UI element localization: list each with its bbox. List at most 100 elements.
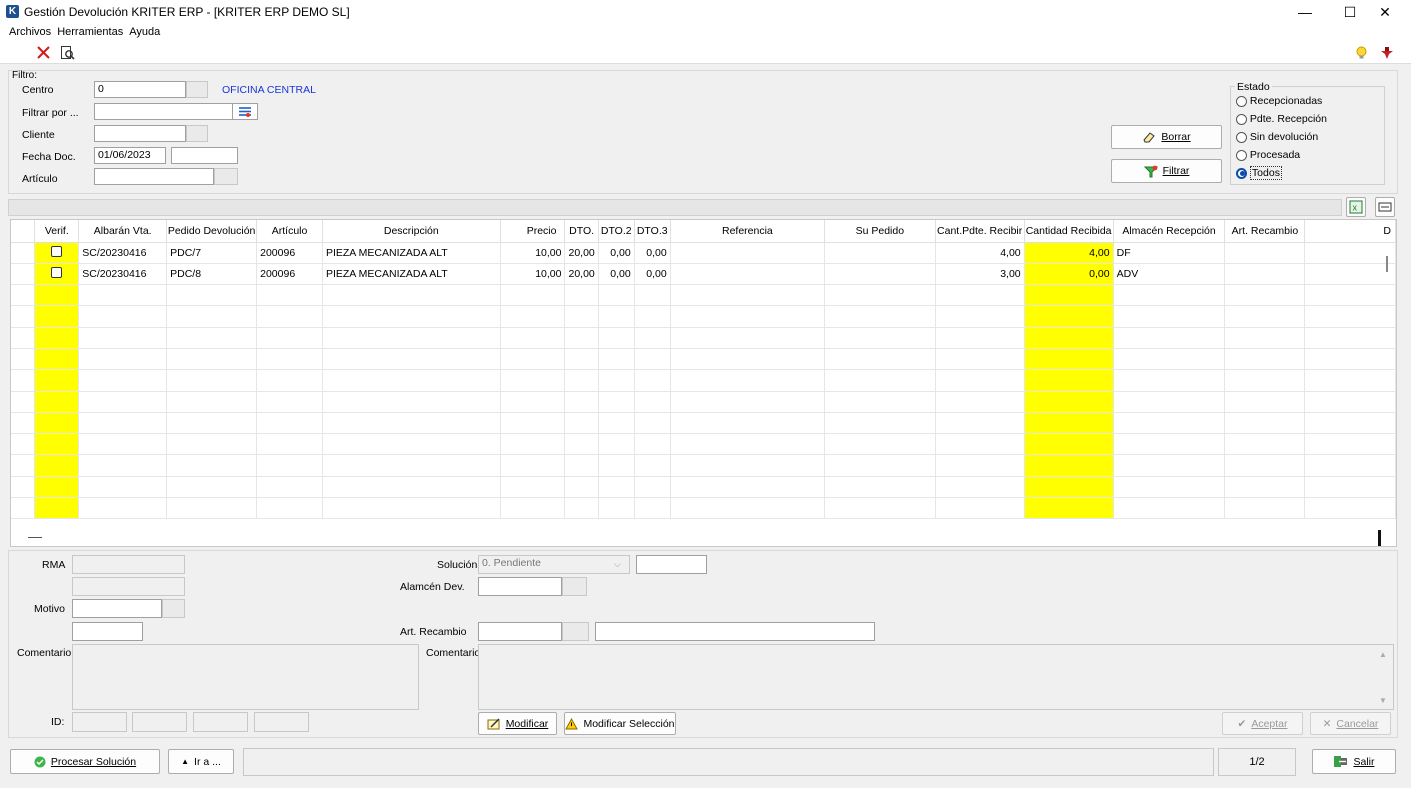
cell-recibida[interactable]: 4,00 — [1024, 242, 1114, 264]
modificar-button[interactable]: Modificar — [478, 712, 557, 735]
cell-almacen[interactable]: ADV — [1113, 263, 1226, 286]
cell-d[interactable] — [1304, 263, 1396, 286]
cell-albaran[interactable]: SC/20230416 — [78, 242, 168, 264]
procesar-solucion-button[interactable]: Procesar Solución — [10, 749, 160, 774]
filter-list-button[interactable] — [232, 103, 258, 120]
cancelar-button[interactable]: ✕ Cancelar — [1310, 712, 1391, 735]
table-row[interactable]: SC/20230416 PDC/8 200096 PIEZA MECANIZADA A… — [11, 263, 1396, 286]
cell-articulo[interactable]: 200096 — [256, 263, 323, 286]
verif-checkbox[interactable] — [51, 245, 63, 257]
col-header-dto[interactable]: DTO. — [564, 220, 599, 243]
col-header[interactable] — [11, 220, 36, 243]
id-field-2[interactable] — [132, 712, 187, 732]
cliente-lookup-button[interactable] — [186, 125, 208, 142]
art-recambio-input[interactable] — [478, 622, 562, 641]
cliente-input[interactable] — [94, 125, 186, 142]
cell-descripcion[interactable]: PIEZA MECANIZADA ALT — [322, 242, 501, 264]
cell-recambio[interactable] — [1224, 242, 1306, 264]
cell-recibida[interactable]: 0,00 — [1024, 263, 1114, 286]
motivo-input[interactable] — [72, 599, 162, 618]
col-header-precio[interactable]: Precio — [500, 220, 566, 243]
cell-recambio[interactable] — [1224, 263, 1306, 286]
cell-dto3[interactable]: 0,00 — [634, 242, 671, 264]
col-header-referencia[interactable]: Referencia — [670, 220, 826, 243]
centro-lookup-button[interactable] — [186, 81, 208, 98]
col-header-descripcion[interactable]: Descripción — [322, 220, 501, 243]
ir-a-button[interactable]: ▲ Ir a ... — [168, 749, 234, 774]
col-header-pedido[interactable]: Pedido Devolución — [166, 220, 258, 243]
estado-pdte-recepcion[interactable]: Pdte. Recepción — [1236, 113, 1327, 125]
close-window-button[interactable]: ✕ — [1365, 2, 1405, 22]
aceptar-button[interactable]: ✔ Aceptar — [1222, 712, 1303, 735]
fecha-desde-input[interactable]: 01/06/2023 — [94, 147, 166, 164]
cell-d[interactable] — [1304, 242, 1396, 264]
col-header-albaran[interactable]: Albarán Vta. — [78, 220, 168, 243]
returns-grid[interactable]: Verif. Albarán Vta. Pedido Devolución Ar… — [10, 219, 1397, 547]
table-row[interactable]: SC/20230416 PDC/7 200096 PIEZA MECANIZADA A… — [11, 242, 1396, 264]
col-header-cant-pdte[interactable]: Cant.Pdte. Recibir — [935, 220, 1025, 243]
comentario2-textarea[interactable] — [478, 644, 1394, 710]
col-header-verif[interactable]: Verif. — [34, 220, 80, 243]
articulo-lookup-button[interactable] — [214, 168, 238, 185]
print-preview-icon[interactable] — [60, 45, 75, 60]
grid-resize-handle[interactable] — [1378, 530, 1381, 546]
cell-dto2[interactable]: 0,00 — [598, 242, 635, 264]
cell-pdte[interactable]: 4,00 — [935, 242, 1025, 264]
cell-dto[interactable]: 20,00 — [564, 263, 599, 286]
cell-dto[interactable]: 20,00 — [564, 242, 599, 264]
menu-herramientas[interactable]: Herramientas — [54, 24, 126, 40]
cell-pdte[interactable]: 3,00 — [935, 263, 1025, 286]
fecha-hasta-input[interactable] — [171, 147, 238, 164]
cell-pedido[interactable]: PDC/8 — [166, 263, 258, 286]
art-recambio-lookup-button[interactable] — [562, 622, 589, 641]
cell-pedido[interactable]: PDC/7 — [166, 242, 258, 264]
menu-ayuda[interactable]: Ayuda — [126, 24, 163, 40]
verif-cell[interactable] — [34, 242, 80, 264]
lifebuoy-help-icon[interactable] — [1380, 46, 1394, 60]
col-header-articulo[interactable]: Artículo — [256, 220, 323, 243]
solucion-extra-input[interactable] — [636, 555, 707, 574]
filtrar-por-input[interactable] — [94, 103, 234, 120]
filtrar-button[interactable]: Filtrar — [1111, 159, 1222, 183]
cell-albaran[interactable]: SC/20230416 — [78, 263, 168, 286]
cell-almacen[interactable]: DF — [1113, 242, 1226, 264]
cell-precio[interactable]: 10,00 — [500, 263, 566, 286]
estado-procesada[interactable]: Procesada — [1236, 149, 1300, 161]
id-field-1[interactable] — [72, 712, 127, 732]
salir-button[interactable]: Salir — [1312, 749, 1396, 774]
scroll-down-icon[interactable]: ▼ — [1379, 696, 1387, 705]
motivo-lookup-button[interactable] — [162, 599, 185, 618]
col-header-cant-recibida[interactable]: Cantidad Recibida — [1024, 220, 1114, 243]
row-indicator-cell[interactable] — [11, 263, 36, 286]
rma-input[interactable] — [72, 555, 185, 574]
verif-cell[interactable] — [34, 263, 80, 286]
col-header-almacen[interactable]: Almacén Recepción — [1113, 220, 1226, 243]
cell-dto2[interactable]: 0,00 — [598, 263, 635, 286]
estado-sin-devolucion[interactable]: Sin devolución — [1236, 131, 1318, 143]
almacen-dev-lookup-button[interactable] — [562, 577, 587, 596]
estado-todos[interactable]: Todos — [1236, 166, 1282, 180]
lightbulb-icon[interactable] — [1355, 46, 1368, 60]
col-header-d[interactable]: D — [1304, 220, 1396, 243]
centro-input[interactable]: 0 — [94, 81, 186, 98]
maximize-button[interactable]: ☐ — [1330, 2, 1370, 22]
borrar-button[interactable]: Borrar — [1111, 125, 1222, 149]
cell-referencia[interactable] — [670, 263, 826, 286]
art-recambio-desc-input[interactable] — [595, 622, 875, 641]
estado-recepcionadas[interactable]: Recepcionadas — [1236, 95, 1322, 107]
verif-checkbox[interactable] — [51, 266, 63, 278]
cell-su-pedido[interactable] — [824, 263, 936, 286]
close-red-x-icon[interactable] — [37, 46, 50, 59]
modificar-seleccion-button[interactable]: Modificar Selección — [564, 712, 676, 735]
export-excel-button[interactable]: x — [1346, 197, 1366, 217]
cell-descripcion[interactable]: PIEZA MECANIZADA ALT — [322, 263, 501, 286]
scroll-up-icon[interactable]: ▲ — [1379, 650, 1387, 659]
cell-su-pedido[interactable] — [824, 242, 936, 264]
col-header-dto2[interactable]: DTO.2 — [598, 220, 635, 243]
motivo-desc-input[interactable] — [72, 622, 143, 641]
row-indicator-cell[interactable] — [11, 242, 36, 264]
solucion-select[interactable]: 0. Pendiente — [478, 555, 630, 574]
id-field-3[interactable] — [193, 712, 248, 732]
cell-dto3[interactable]: 0,00 — [634, 263, 671, 286]
comentario-textarea[interactable] — [72, 644, 419, 710]
